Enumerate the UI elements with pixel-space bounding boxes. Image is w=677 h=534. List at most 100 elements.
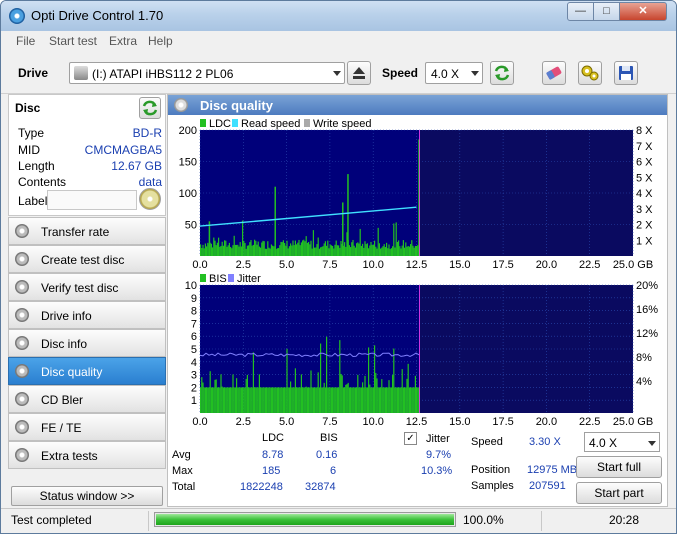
y2-tick-label: 8 X xyxy=(636,125,653,137)
ldc-bar xyxy=(378,243,380,256)
maximize-button[interactable]: □ xyxy=(593,2,620,21)
ldc-bar xyxy=(363,247,365,256)
ldc-spike xyxy=(347,174,349,256)
ldc-bar xyxy=(291,245,293,256)
ldc-spike xyxy=(208,221,211,256)
ldc-bar xyxy=(237,244,239,256)
stats-panel: LDC BIS ✓ Jitter Avg Max Total 8.78 0.16… xyxy=(168,430,667,508)
y-tick-label: 150 xyxy=(179,157,197,169)
bis-bar xyxy=(404,387,406,413)
start-part-button[interactable]: Start part xyxy=(576,482,662,504)
bis-bar xyxy=(327,387,329,413)
ldc-bar xyxy=(226,246,228,256)
jitter-checkbox[interactable]: ✓ xyxy=(404,432,417,445)
ldc-bar xyxy=(292,240,294,256)
nav-drive-info[interactable]: Drive info xyxy=(8,301,166,329)
legend-label: Write speed xyxy=(313,118,372,130)
bis-bar xyxy=(330,387,332,413)
close-button[interactable]: ✕ xyxy=(619,2,667,21)
bis-bar xyxy=(399,387,401,413)
minimize-button[interactable]: — xyxy=(567,2,594,21)
ldc-bar xyxy=(381,247,383,256)
ldc-bar xyxy=(236,244,238,256)
x-tick-label: 7.5 xyxy=(322,416,337,428)
disc-label-input[interactable] xyxy=(47,190,137,210)
options-button[interactable] xyxy=(578,61,602,85)
nav-fe-te[interactable]: FE / TE xyxy=(8,413,166,441)
menu-start-test[interactable]: Start test xyxy=(49,34,97,48)
bis-bar xyxy=(382,387,384,413)
ldc-bar xyxy=(402,240,404,256)
disc-icon xyxy=(174,98,188,112)
bis-bar xyxy=(297,387,299,413)
bis-bar xyxy=(304,387,306,413)
disc-refresh-button[interactable] xyxy=(139,97,161,119)
ldc-bar xyxy=(387,248,389,256)
bis-bar xyxy=(395,387,397,413)
bis-bar xyxy=(344,387,346,413)
ldc-bar xyxy=(384,247,386,256)
bis-bar xyxy=(338,387,340,413)
bis-bar xyxy=(302,387,304,413)
menu-help[interactable]: Help xyxy=(148,34,173,48)
disc-label-button[interactable] xyxy=(139,188,161,210)
bis-bar xyxy=(299,387,301,413)
bis-bar xyxy=(407,363,409,413)
nav-extra-tests[interactable]: Extra tests xyxy=(8,441,166,469)
ldc-bar xyxy=(227,245,229,256)
test-speed-select[interactable]: 4.0 X xyxy=(584,432,660,452)
y-tick-label: 5 xyxy=(191,344,197,356)
ldc-bar xyxy=(322,246,324,256)
menu-file[interactable]: File xyxy=(16,34,35,48)
bis-bar xyxy=(341,375,343,413)
col-bis-header: BIS xyxy=(320,432,338,444)
speed-select[interactable]: 4.0 X xyxy=(425,62,483,84)
disc-icon xyxy=(15,308,29,322)
start-full-button[interactable]: Start full xyxy=(576,456,662,478)
ldc-bar xyxy=(290,243,292,256)
ldc-bar xyxy=(219,246,221,256)
status-bar: Test completed 100.0% 20:28 xyxy=(1,508,676,533)
ldc-bar xyxy=(239,242,241,256)
disc-icon xyxy=(15,364,29,378)
eject-button[interactable] xyxy=(347,61,371,85)
bis-bar xyxy=(368,347,370,413)
ldc-bar xyxy=(345,246,347,256)
y-tick-label: 200 xyxy=(179,125,197,137)
save-button[interactable] xyxy=(614,61,638,85)
bis-bar xyxy=(232,374,234,413)
bis-bar xyxy=(332,387,334,413)
ldc-bar xyxy=(314,247,316,256)
erase-button[interactable] xyxy=(542,61,566,85)
ldc-bar xyxy=(273,246,275,256)
menu-extra[interactable]: Extra xyxy=(109,34,137,48)
ldc-bar xyxy=(248,245,250,256)
nav-disc-quality[interactable]: Disc quality xyxy=(8,357,166,385)
bis-bar xyxy=(366,387,368,413)
ldc-bar xyxy=(216,242,218,256)
y2-tick-label: 7 X xyxy=(636,141,653,153)
ldc-bar xyxy=(404,247,406,256)
ldc-bar xyxy=(286,240,288,256)
refresh-speed-button[interactable] xyxy=(490,61,514,85)
nav-disc-info[interactable]: Disc info xyxy=(8,329,166,357)
bis-bar xyxy=(282,387,284,413)
nav-transfer-rate[interactable]: Transfer rate xyxy=(8,217,166,245)
x-tick-label: 15.0 xyxy=(449,416,470,428)
ldc-bar xyxy=(332,245,334,256)
ldc-bar xyxy=(357,242,359,256)
ldc-bar xyxy=(279,245,281,256)
nav-verify-test-disc[interactable]: Verify test disc xyxy=(8,273,166,301)
bis-bar xyxy=(342,387,344,413)
nav-cd-bler[interactable]: CD Bler xyxy=(8,385,166,413)
drive-select[interactable]: (I:) ATAPI iHBS112 2 PL06 xyxy=(69,62,345,84)
disc-icon xyxy=(15,336,29,350)
bis-bar xyxy=(215,379,217,413)
disc-icon xyxy=(15,392,29,406)
bis-bar xyxy=(208,387,210,413)
disc-quality-panel: Disc quality 0.0 2.5 5.0 7.5 10.0 12.5 15.0 17.… xyxy=(167,94,668,507)
y2-tick-label: 4 X xyxy=(636,188,653,200)
nav-create-test-disc[interactable]: Create test disc xyxy=(8,245,166,273)
legend-swatch xyxy=(200,119,206,127)
status-window-button[interactable]: Status window >> xyxy=(11,486,163,506)
